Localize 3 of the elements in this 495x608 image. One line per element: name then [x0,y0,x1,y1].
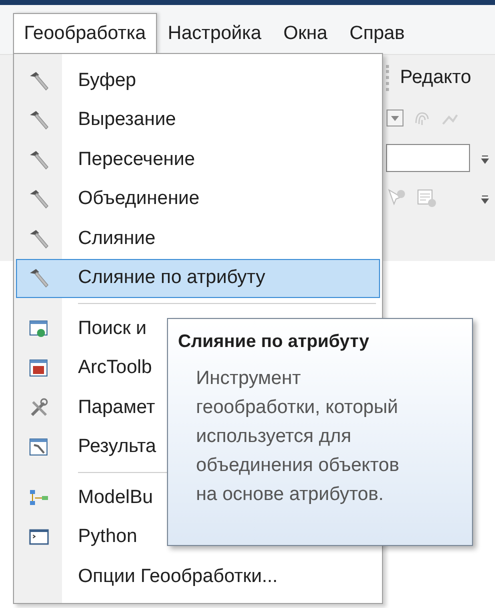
tooltip-title: Слияние по атрибуту [178,331,370,352]
toolbar-title: Редакто [400,67,472,89]
tooltip-text: Инструмент геообработки, который используется для объединения объектов на основе атрибутов. [195,367,400,507]
